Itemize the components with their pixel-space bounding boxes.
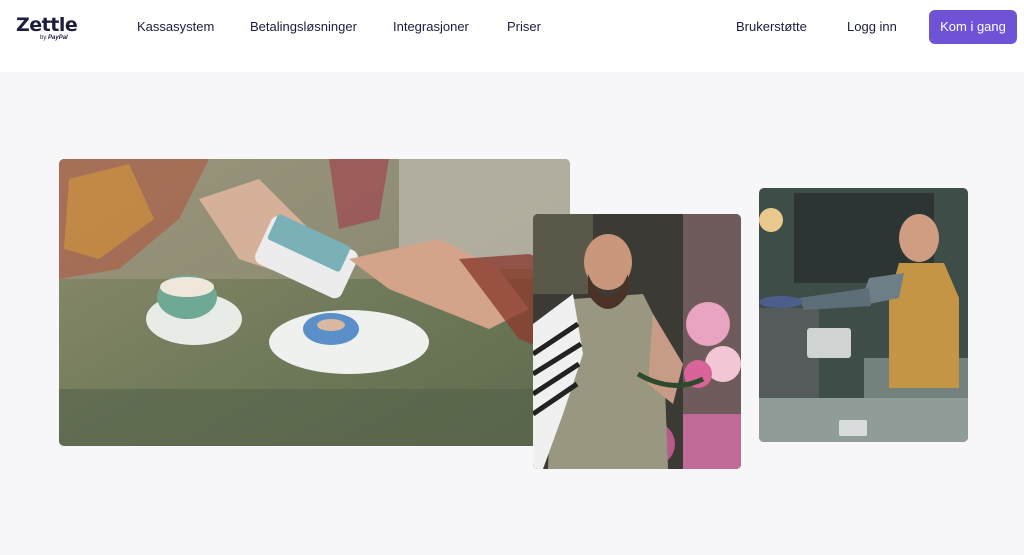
logo-wordmark: Zettle bbox=[16, 14, 78, 36]
zettle-logo[interactable]: Zettle by PayPal bbox=[16, 14, 78, 44]
florist-photo bbox=[533, 214, 741, 469]
nav-kassasystem[interactable]: Kassasystem bbox=[137, 19, 214, 35]
nav-priser[interactable]: Priser bbox=[507, 19, 541, 35]
nav-brukerstotte[interactable]: Brukerstøtte bbox=[736, 19, 807, 35]
nav-logg-inn[interactable]: Logg inn bbox=[847, 19, 897, 35]
nav-integrasjoner[interactable]: Integrasjoner bbox=[393, 19, 469, 35]
logo-byline: by PayPal bbox=[40, 35, 68, 41]
cafe-payment-photo bbox=[59, 159, 570, 446]
coffee-bar-photo bbox=[759, 188, 968, 442]
kom-i-gang-button[interactable]: Kom i gang bbox=[929, 10, 1017, 44]
nav-betalingslosninger[interactable]: Betalingsløsninger bbox=[250, 19, 357, 35]
paypal-wordmark: PayPal bbox=[48, 35, 68, 41]
site-header: Zettle by PayPal Kassasystem Betalingslø… bbox=[0, 0, 1024, 72]
